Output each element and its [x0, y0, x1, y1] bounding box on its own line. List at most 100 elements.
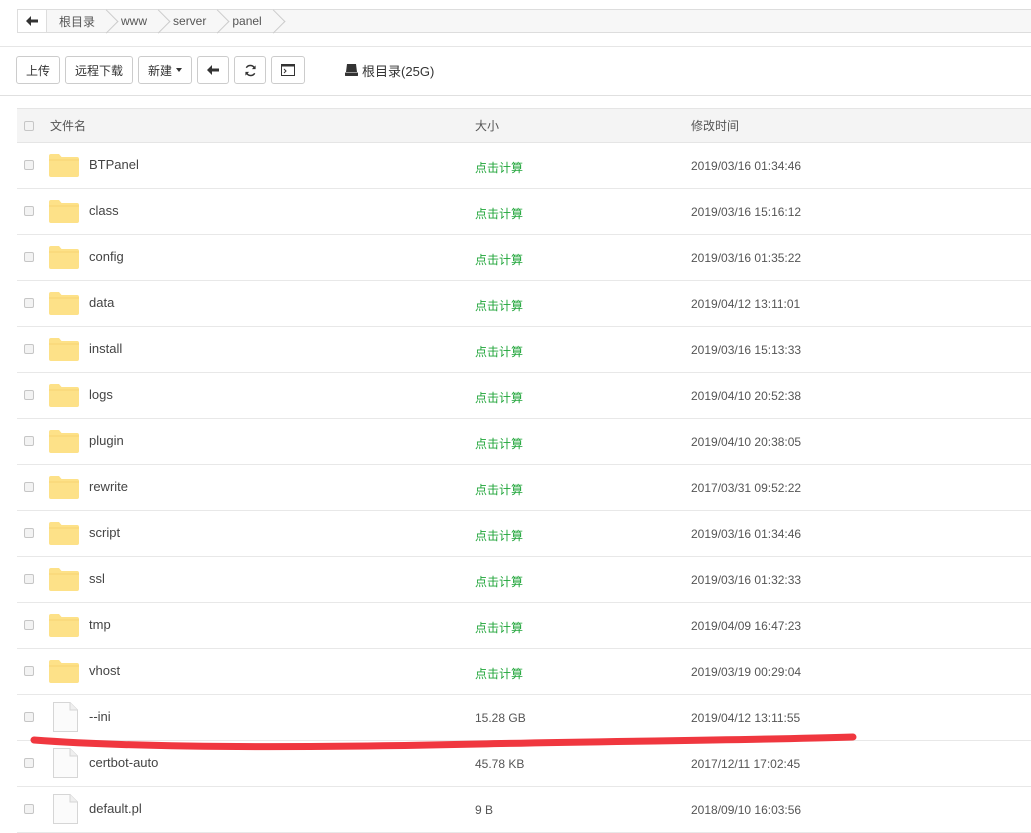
table-row[interactable]: plugin 点击计算 2019/04/10 20:38:05: [17, 419, 1031, 465]
table-row[interactable]: config 点击计算 2019/03/16 01:35:22: [17, 235, 1031, 281]
table-row[interactable]: class 点击计算 2019/03/16 15:16:12: [17, 189, 1031, 235]
header-time[interactable]: 修改时间: [691, 117, 739, 134]
modified-time: 2019/03/16 15:13:33: [691, 343, 802, 357]
folder-icon: [49, 659, 79, 686]
select-all-checkbox[interactable]: [24, 121, 34, 131]
breadcrumb-item-panel[interactable]: panel: [220, 10, 275, 32]
calculate-size-link[interactable]: 点击计算: [475, 619, 523, 636]
arrow-left-icon: [207, 65, 220, 75]
header-size[interactable]: 大小: [475, 117, 499, 134]
file-name[interactable]: script: [89, 525, 120, 540]
file-name[interactable]: tmp: [89, 617, 111, 632]
file-name[interactable]: rewrite: [89, 479, 128, 494]
row-checkbox[interactable]: [24, 482, 34, 492]
calculate-size-link[interactable]: 点击计算: [475, 435, 523, 452]
row-checkbox[interactable]: [24, 390, 34, 400]
back-button[interactable]: [197, 56, 230, 84]
table-row[interactable]: default.pl 9 B 2018/09/10 16:03:56: [17, 787, 1031, 833]
row-checkbox[interactable]: [24, 804, 34, 814]
modified-time: 2019/03/16 01:34:46: [691, 527, 802, 541]
modified-time: 2019/04/10 20:52:38: [691, 389, 802, 403]
row-checkbox[interactable]: [24, 252, 34, 262]
file-name[interactable]: vhost: [89, 663, 120, 678]
table-row[interactable]: certbot-auto 45.78 KB 2017/12/11 17:02:45: [17, 741, 1031, 787]
file-name[interactable]: --ini: [89, 709, 111, 724]
modified-time: 2019/04/12 13:11:55: [691, 711, 801, 725]
new-dropdown-button[interactable]: 新建: [138, 56, 193, 84]
calculate-size-link[interactable]: 点击计算: [475, 205, 523, 222]
table-row[interactable]: install 点击计算 2019/03/16 15:13:33: [17, 327, 1031, 373]
calculate-size-link[interactable]: 点击计算: [475, 527, 523, 544]
table-row[interactable]: --ini 15.28 GB 2019/04/12 13:11:55: [17, 695, 1031, 741]
modified-time: 2019/04/10 20:38:05: [691, 435, 802, 449]
toolbar: 上传 远程下载 新建 根目录(25G): [16, 56, 434, 84]
file-size: 45.78 KB: [475, 757, 525, 771]
breadcrumb-label: panel: [232, 14, 262, 28]
calculate-size-link[interactable]: 点击计算: [475, 481, 523, 498]
breadcrumb-item-server[interactable]: server: [161, 10, 220, 32]
file-size: 9 B: [475, 803, 494, 817]
file-name[interactable]: plugin: [89, 433, 124, 448]
remote-download-button[interactable]: 远程下载: [65, 56, 134, 84]
calculate-size-link[interactable]: 点击计算: [475, 159, 523, 176]
calculate-size-link[interactable]: 点击计算: [475, 343, 523, 360]
row-checkbox[interactable]: [24, 436, 34, 446]
file-name[interactable]: logs: [89, 387, 113, 402]
breadcrumb-item-root[interactable]: 根目录: [47, 10, 109, 32]
row-checkbox[interactable]: [24, 206, 34, 216]
folder-icon: [49, 475, 79, 502]
file-name[interactable]: install: [89, 341, 122, 356]
file-name[interactable]: ssl: [89, 571, 105, 586]
file-name[interactable]: config: [89, 249, 124, 264]
table-row[interactable]: tmp 点击计算 2019/04/09 16:47:23: [17, 603, 1031, 649]
table-row[interactable]: BTPanel 点击计算 2019/03/16 01:34:46: [17, 143, 1031, 189]
row-checkbox[interactable]: [24, 574, 34, 584]
modified-time: 2019/03/19 00:29:04: [691, 665, 802, 679]
table-row[interactable]: vhost 点击计算 2019/03/19 00:29:04: [17, 649, 1031, 695]
folder-icon: [49, 291, 79, 318]
divider: [0, 95, 1031, 96]
folder-icon: [49, 199, 79, 226]
row-checkbox[interactable]: [24, 758, 34, 768]
file-name[interactable]: class: [89, 203, 119, 218]
refresh-button[interactable]: [234, 56, 267, 84]
calculate-size-link[interactable]: 点击计算: [475, 573, 523, 590]
row-checkbox[interactable]: [24, 666, 34, 676]
breadcrumb-label: www: [121, 14, 148, 28]
table-row[interactable]: rewrite 点击计算 2017/03/31 09:52:22: [17, 465, 1031, 511]
upload-button[interactable]: 上传: [16, 56, 61, 84]
folder-icon: [49, 429, 79, 456]
table-row[interactable]: ssl 点击计算 2019/03/16 01:32:33: [17, 557, 1031, 603]
calculate-size-link[interactable]: 点击计算: [475, 665, 523, 682]
file-name[interactable]: default.pl: [89, 801, 142, 816]
file-name[interactable]: data: [89, 295, 114, 310]
row-checkbox[interactable]: [24, 298, 34, 308]
table-row[interactable]: logs 点击计算 2019/04/10 20:52:38: [17, 373, 1031, 419]
modified-time: 2019/03/16 15:16:12: [691, 205, 802, 219]
table-row[interactable]: data 点击计算 2019/04/12 13:11:01: [17, 281, 1031, 327]
caret-down-icon: [176, 68, 183, 72]
row-checkbox[interactable]: [24, 712, 34, 722]
header-name[interactable]: 文件名: [50, 117, 86, 134]
breadcrumb-item-www[interactable]: www: [109, 10, 161, 32]
calculate-size-link[interactable]: 点击计算: [475, 251, 523, 268]
table-header: 文件名 大小 修改时间: [17, 108, 1031, 143]
row-checkbox[interactable]: [24, 620, 34, 630]
row-checkbox[interactable]: [24, 344, 34, 354]
table-row[interactable]: script 点击计算 2019/03/16 01:34:46: [17, 511, 1031, 557]
modified-time: 2019/03/16 01:35:22: [691, 251, 802, 265]
table-body: BTPanel 点击计算 2019/03/16 01:34:46 class 点击计算 2…: [17, 143, 1031, 833]
file-name[interactable]: certbot-auto: [89, 755, 158, 770]
row-checkbox[interactable]: [24, 160, 34, 170]
breadcrumb-back-button[interactable]: [18, 10, 47, 32]
hard-drive-icon: [345, 64, 359, 76]
disk-info: 根目录(25G): [345, 61, 434, 80]
modified-time: 2019/03/16 01:34:46: [691, 159, 802, 173]
row-checkbox[interactable]: [24, 528, 34, 538]
file-name[interactable]: BTPanel: [89, 157, 139, 172]
calculate-size-link[interactable]: 点击计算: [475, 297, 523, 314]
file-icon: [52, 748, 78, 781]
terminal-button[interactable]: [271, 56, 306, 84]
calculate-size-link[interactable]: 点击计算: [475, 389, 523, 406]
file-icon: [52, 794, 78, 827]
